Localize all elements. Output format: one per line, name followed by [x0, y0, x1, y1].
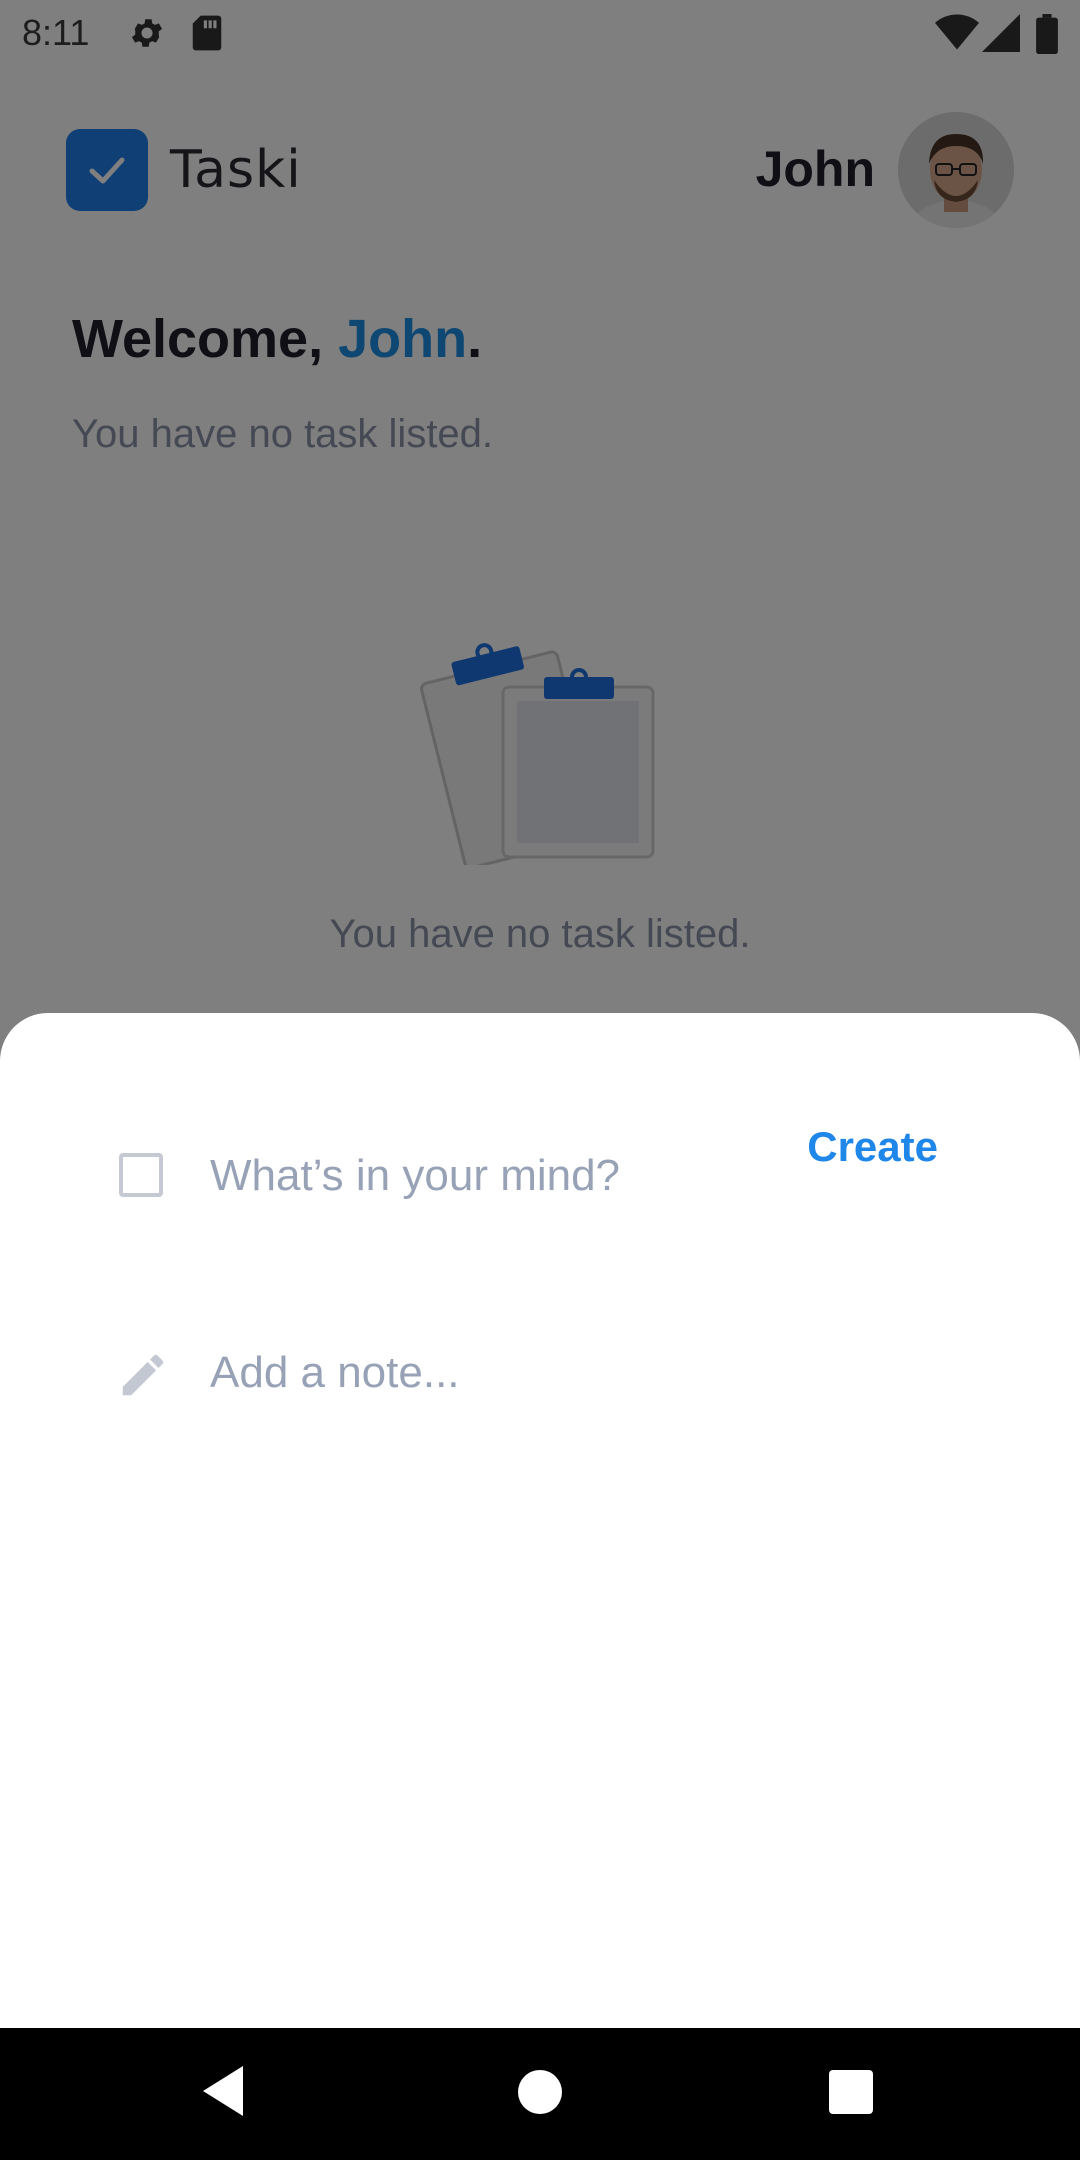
recents-icon[interactable] — [829, 2070, 873, 2119]
create-button[interactable]: Create — [807, 1123, 938, 1171]
home-icon[interactable] — [518, 2070, 562, 2119]
task-checkbox[interactable] — [119, 1153, 163, 1197]
back-icon[interactable] — [203, 2066, 247, 2121]
note-row — [0, 1320, 1080, 1430]
pencil-icon — [116, 1348, 170, 1407]
note-input[interactable] — [210, 1338, 990, 1408]
create-task-sheet: Create — [0, 1013, 1080, 2028]
system-nav-bar — [0, 2028, 1080, 2160]
